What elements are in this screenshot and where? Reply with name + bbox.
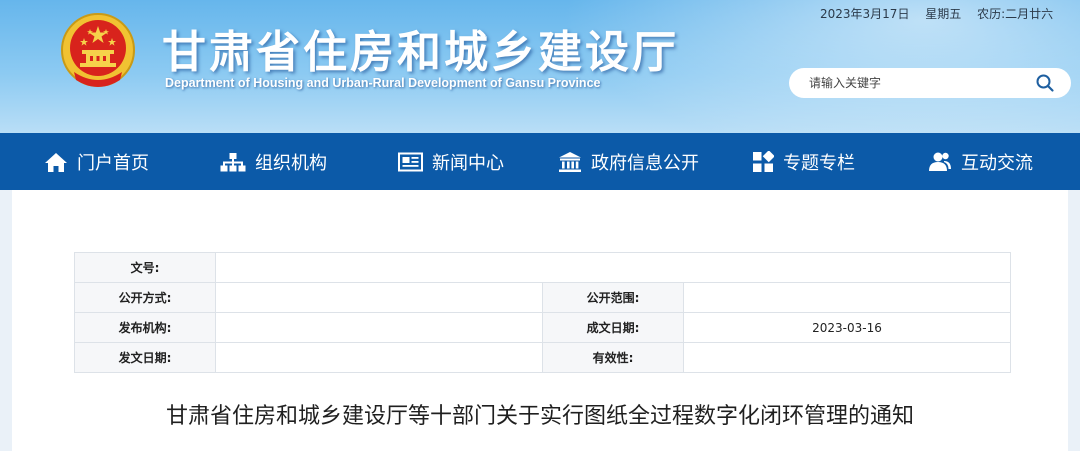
doc-number-label: 文号:: [74, 252, 216, 283]
nav-label: 新闻中心: [432, 152, 504, 174]
issuer-value: [215, 312, 543, 343]
article-panel: 文号: 公开方式: 公开范围: 发布机构: 成文日期: 2023-03-16 发…: [12, 190, 1068, 451]
site-title: 甘肃省住房和城乡建设厅: [162, 27, 679, 78]
search-input[interactable]: [809, 74, 1029, 92]
grid-icon: [753, 150, 774, 172]
nav-item-interaction[interactable]: 互动交流: [928, 133, 1033, 190]
current-date: 2023年3月17日: [820, 7, 910, 21]
org-chart-icon: [220, 152, 246, 171]
national-emblem-icon: [61, 13, 135, 87]
nav-item-topics[interactable]: 专题专栏: [752, 133, 855, 190]
disclosure-scope-label: 公开范围:: [542, 282, 684, 313]
date-line: 2023年3月17日 星期五 农历:二月廿六: [820, 5, 1065, 22]
nav-label: 政府信息公开: [591, 152, 699, 174]
lunar-date: 农历:二月廿六: [977, 7, 1054, 21]
search-box: [789, 68, 1071, 98]
disclosure-scope-value: [682, 282, 1012, 313]
validity-label: 有效性:: [542, 342, 684, 373]
site-subtitle: Department of Housing and Urban-Rural De…: [165, 76, 601, 90]
site-header: 甘肃省住房和城乡建设厅 Department of Housing and Ur…: [0, 0, 1080, 133]
written-date-label: 成文日期:: [542, 312, 684, 343]
validity-value: [682, 342, 1012, 373]
table-row: 发布机构: 成文日期: 2023-03-16: [74, 312, 1012, 343]
issuer-label: 发布机构:: [74, 312, 216, 343]
nav-label: 互动交流: [961, 152, 1033, 174]
government-building-icon: [559, 151, 581, 172]
table-row: 发文日期: 有效性:: [74, 342, 1012, 373]
document-metadata-table: 文号: 公开方式: 公开范围: 发布机构: 成文日期: 2023-03-16 发…: [74, 252, 1012, 373]
table-row: 文号:: [74, 252, 1012, 283]
home-icon: [45, 152, 67, 172]
document-title: 甘肃省住房和城乡建设厅等十部门关于实行图纸全过程数字化闭环管理的通知: [165, 404, 914, 429]
nav-item-organization[interactable]: 组织机构: [220, 133, 327, 190]
users-icon: [929, 152, 951, 171]
disclosure-method-label: 公开方式:: [74, 282, 216, 313]
nav-item-home[interactable]: 门户首页: [44, 133, 149, 190]
issue-date-label: 发文日期:: [74, 342, 216, 373]
table-row: 公开方式: 公开范围:: [74, 282, 1012, 313]
written-date-value: 2023-03-16: [682, 312, 1012, 343]
nav-label: 专题专栏: [783, 152, 855, 174]
current-weekday: 星期五: [925, 7, 962, 21]
main-nav: 门户首页 组织机构 新闻中心 政府信息公开 专题专栏 互动交流: [0, 133, 1080, 190]
nav-item-gov-info[interactable]: 政府信息公开: [558, 133, 699, 190]
issue-date-value: [215, 342, 543, 373]
doc-number-value: [214, 252, 1012, 283]
nav-label: 组织机构: [255, 152, 327, 174]
disclosure-method-value: [215, 282, 543, 313]
nav-item-news[interactable]: 新闻中心: [398, 133, 504, 190]
nav-label: 门户首页: [77, 152, 149, 174]
search-icon[interactable]: [1035, 73, 1055, 93]
news-icon: [398, 152, 423, 171]
